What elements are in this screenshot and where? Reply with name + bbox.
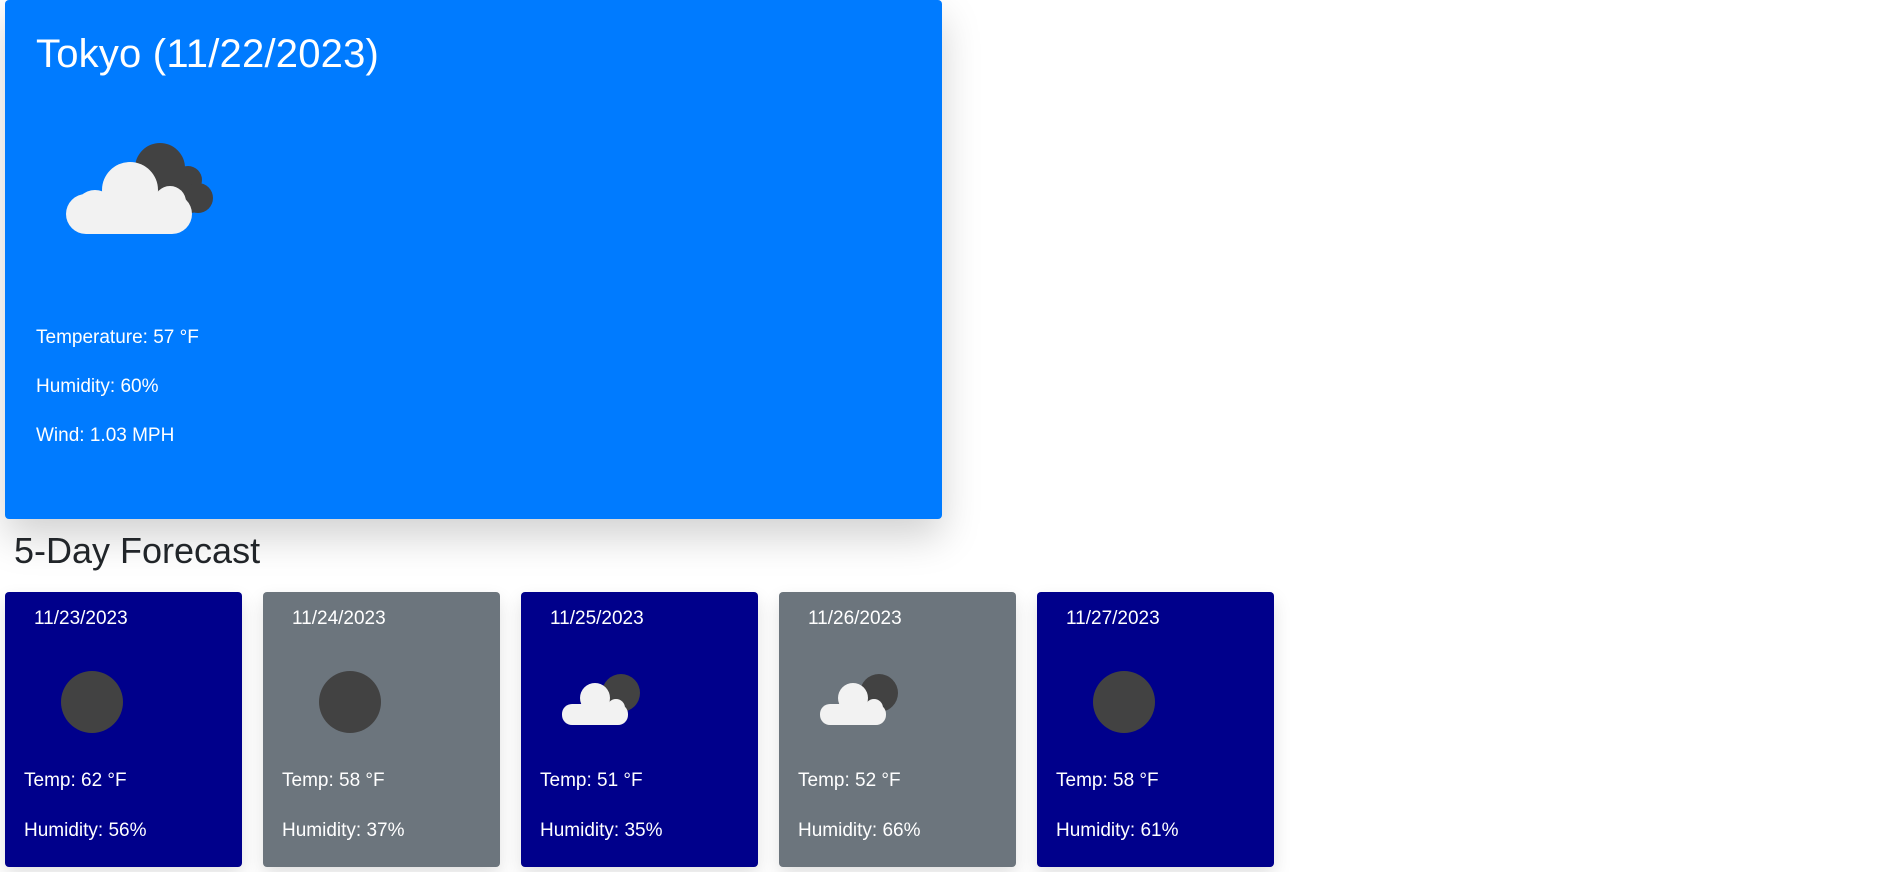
forecast-humidity: Humidity: 56% bbox=[24, 820, 147, 841]
forecast-humidity: Humidity: 61% bbox=[1056, 820, 1179, 841]
current-wind: Wind: 1.03 MPH bbox=[36, 425, 175, 446]
forecast-temp: Temp: 52 °F bbox=[798, 770, 901, 791]
forecast-humidity: Humidity: 37% bbox=[282, 820, 405, 841]
broken-clouds-icon bbox=[562, 674, 640, 725]
forecast-card: 11/24/2023 Temp: 58 °F Humidity: 37% bbox=[263, 592, 500, 867]
current-temperature: Temperature: 57 °F bbox=[36, 327, 199, 348]
moon-icon bbox=[61, 671, 123, 733]
forecast-heading: 5-Day Forecast bbox=[14, 530, 261, 571]
forecast-temp: Temp: 58 °F bbox=[282, 770, 385, 791]
forecast-card: 11/26/2023 Temp: 52 °F Humidity: 66% bbox=[779, 592, 1016, 867]
moon-icon bbox=[1093, 671, 1155, 733]
forecast-humidity: Humidity: 66% bbox=[798, 820, 921, 841]
forecast-temp: Temp: 62 °F bbox=[24, 770, 127, 791]
forecast-date: 11/24/2023 bbox=[292, 608, 386, 629]
current-city-title: Tokyo (11/22/2023) bbox=[36, 32, 380, 76]
broken-clouds-icon bbox=[66, 143, 213, 234]
forecast-card: 11/27/2023 Temp: 58 °F Humidity: 61% bbox=[1037, 592, 1274, 867]
forecast-humidity: Humidity: 35% bbox=[540, 820, 663, 841]
forecast-card: 11/23/2023 Temp: 62 °F Humidity: 56% bbox=[5, 592, 242, 867]
forecast-card: 11/25/2023 Temp: 51 °F Humidity: 35% bbox=[521, 592, 758, 867]
forecast-date: 11/23/2023 bbox=[34, 608, 128, 629]
current-weather-card: Tokyo (11/22/2023) Temperature: 57 °F Hu… bbox=[5, 0, 942, 519]
forecast-temp: Temp: 51 °F bbox=[540, 770, 643, 791]
broken-clouds-icon bbox=[820, 674, 898, 725]
current-humidity: Humidity: 60% bbox=[36, 376, 159, 397]
forecast-date: 11/25/2023 bbox=[550, 608, 644, 629]
forecast-temp: Temp: 58 °F bbox=[1056, 770, 1159, 791]
forecast-date: 11/27/2023 bbox=[1066, 608, 1160, 629]
forecast-date: 11/26/2023 bbox=[808, 608, 902, 629]
weather-dashboard: Tokyo (11/22/2023) Temperature: 57 °F Hu… bbox=[0, 0, 1892, 872]
moon-icon bbox=[319, 671, 381, 733]
